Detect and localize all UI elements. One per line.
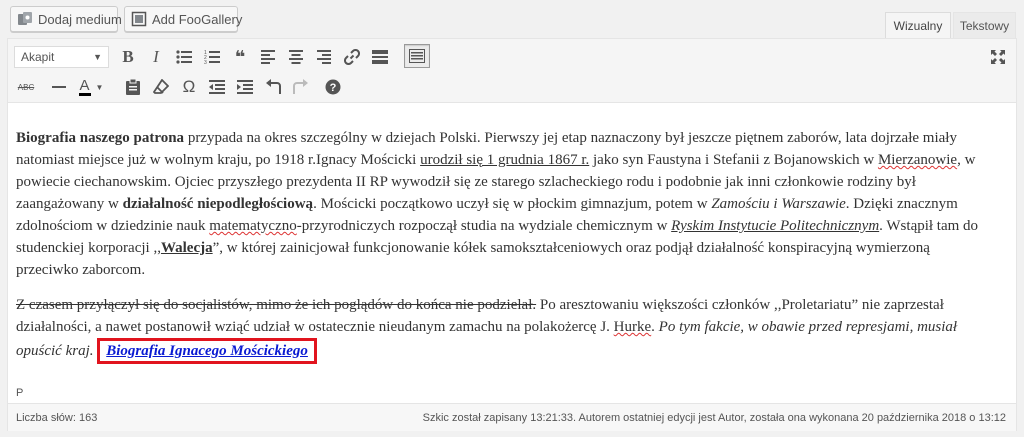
- read-more-button[interactable]: [367, 45, 393, 69]
- strikethrough-text: Z czasem przyłączył się do socjalistów, …: [16, 297, 537, 313]
- horizontal-line-button[interactable]: [46, 75, 72, 99]
- blockquote-button[interactable]: ❝: [227, 45, 253, 69]
- special-character-icon: Ω: [182, 77, 196, 96]
- editor: Akapit ▼ B I 123 ❝ ABC A ▼ Ω ? Biografia…: [7, 38, 1017, 431]
- spellcheck-word: Mierzanowie: [877, 152, 958, 168]
- fullscreen-icon: [991, 50, 1005, 64]
- numbered-list-icon: 123: [204, 50, 220, 64]
- help-button[interactable]: ?: [320, 75, 346, 99]
- fullscreen-button[interactable]: [988, 47, 1008, 67]
- align-center-icon: [289, 50, 303, 64]
- blockquote-icon: ❝: [234, 46, 246, 67]
- chevron-down-icon: ▼: [93, 52, 102, 62]
- bold-text: Biografia naszego patrona: [16, 130, 185, 146]
- bold-button[interactable]: B: [115, 45, 141, 69]
- align-right-icon: [317, 50, 331, 64]
- bullet-list-button[interactable]: [171, 45, 197, 69]
- format-select-value: Akapit: [21, 50, 55, 64]
- help-icon: ?: [325, 79, 341, 95]
- strikethrough-button[interactable]: ABC: [13, 75, 39, 99]
- horizontal-line-icon: [52, 86, 66, 88]
- tab-visual[interactable]: Wizualny: [885, 12, 951, 39]
- paragraph-socialists: Z czasem przyłączył się do socjalistów, …: [16, 294, 996, 364]
- text: -przyrodniczych rozpoczął studia na wydz…: [296, 218, 672, 234]
- undo-button[interactable]: [260, 75, 286, 99]
- align-left-button[interactable]: [255, 45, 281, 69]
- bold-underlined-text: Walecja: [160, 240, 213, 256]
- underlined-text: urodził się 1 grudnia 1867 r.: [420, 152, 590, 168]
- tab-text[interactable]: Tekstowy: [953, 12, 1016, 39]
- svg-text:3: 3: [204, 60, 207, 64]
- insert-link-button[interactable]: [339, 45, 365, 69]
- editor-content[interactable]: Biografia naszego patrona przypada na ok…: [16, 127, 996, 377]
- italic-button[interactable]: I: [143, 45, 169, 69]
- indent-icon: [237, 80, 253, 94]
- svg-text:?: ?: [330, 82, 337, 94]
- text-color-icon: A: [78, 77, 91, 96]
- clear-formatting-icon: [153, 79, 169, 94]
- text-color-button[interactable]: A ▼: [74, 75, 108, 99]
- format-select[interactable]: Akapit ▼: [14, 46, 109, 68]
- bullet-list-icon: [176, 50, 192, 64]
- outdent-icon: [209, 80, 225, 94]
- word-count: Liczba słów: 163: [16, 412, 98, 424]
- gallery-icon: [131, 11, 147, 27]
- numbered-list-button[interactable]: 123: [199, 45, 225, 69]
- add-foogallery-button[interactable]: Add FooGallery: [124, 6, 242, 32]
- paste-text-button[interactable]: [120, 75, 146, 99]
- insert-link-icon: [344, 49, 360, 65]
- strikethrough-icon: ABC: [17, 82, 35, 92]
- editor-toolbar: Akapit ▼ B I 123 ❝ ABC A ▼ Ω ?: [8, 39, 1016, 103]
- add-foogallery-label: Add FooGallery: [152, 11, 243, 27]
- redo-button[interactable]: [288, 75, 314, 99]
- add-media-label: Dodaj medium: [38, 11, 122, 27]
- toolbar-toggle-button[interactable]: [404, 44, 430, 68]
- indent-button[interactable]: [232, 75, 258, 99]
- paragraph-biography: Biografia naszego patrona przypada na ok…: [16, 127, 996, 281]
- text: jako syn Faustyna i Stefanii z Bojanowsk…: [589, 152, 878, 168]
- redo-icon: [293, 79, 308, 94]
- status-bar: Liczba słów: 163 Szkic został zapisany 1…: [8, 403, 1016, 431]
- add-media-button[interactable]: Dodaj medium: [10, 6, 122, 32]
- biography-link[interactable]: Biografia Ignacego Mościckiego: [106, 343, 308, 359]
- clear-formatting-button[interactable]: [148, 75, 174, 99]
- special-character-button[interactable]: Ω: [176, 75, 202, 99]
- outdent-button[interactable]: [204, 75, 230, 99]
- spellcheck-word: Hurke: [613, 319, 652, 335]
- highlight-box: Biografia Ignacego Mościckiego: [97, 338, 317, 364]
- autosave-status: Szkic został zapisany 13:21:33. Autorem …: [422, 412, 1006, 424]
- bold-icon: B: [122, 47, 134, 66]
- italic-text: Zamościu i Warszawie: [711, 196, 846, 212]
- element-path[interactable]: P: [16, 387, 23, 399]
- align-left-icon: [261, 50, 275, 64]
- media-icon: [17, 11, 33, 27]
- spellcheck-word: matematyczno: [209, 218, 297, 234]
- undo-icon: [266, 79, 281, 94]
- paste-text-icon: [126, 79, 140, 95]
- bold-text: działalność niepodległościową: [122, 196, 314, 212]
- text: . Mościcki początkowo uczył się w płocki…: [313, 196, 712, 212]
- align-center-button[interactable]: [283, 45, 309, 69]
- italic-icon: I: [153, 47, 159, 66]
- read-more-icon: [372, 50, 388, 64]
- chevron-down-icon: ▼: [95, 82, 104, 92]
- italic-underlined-text: Ryskim Instytucie Politechnicznym: [671, 218, 880, 234]
- align-right-button[interactable]: [311, 45, 337, 69]
- text: .: [651, 319, 659, 335]
- toolbar-toggle-icon: [409, 49, 425, 63]
